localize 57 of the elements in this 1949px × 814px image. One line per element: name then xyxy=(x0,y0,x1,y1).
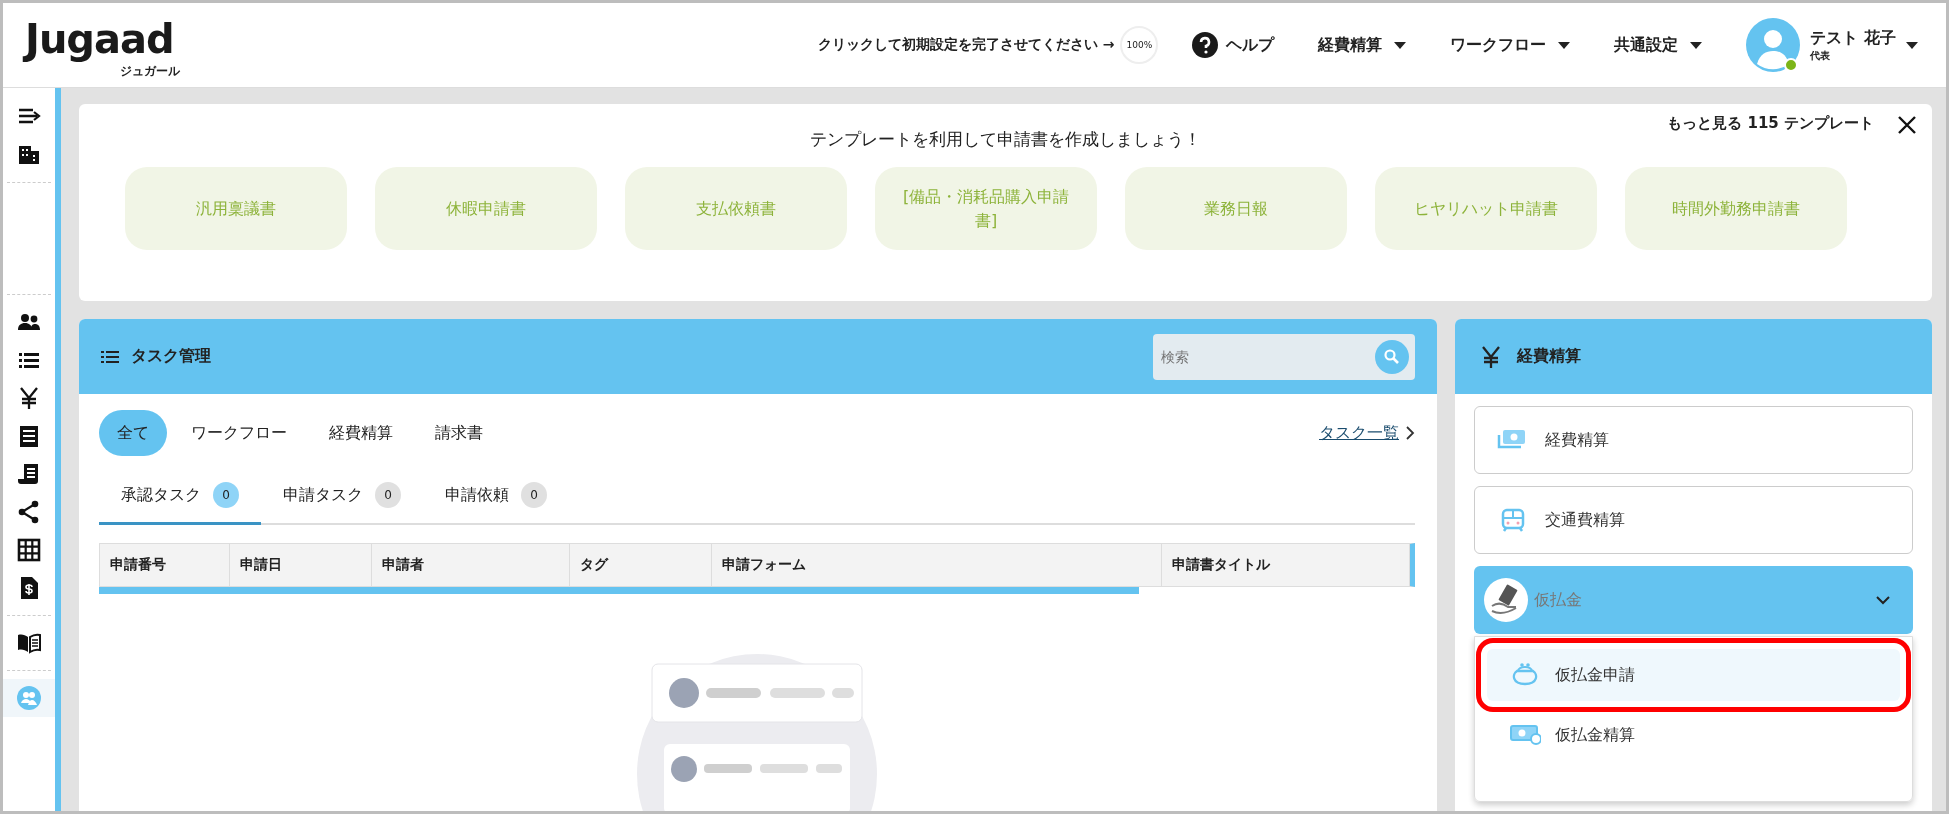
dropdown-label: 仮払金 xyxy=(1534,589,1583,611)
filter-tab[interactable]: 全て xyxy=(99,410,167,456)
column-header: 申請書タイトル xyxy=(1162,544,1410,586)
search-field[interactable]: 検索 xyxy=(1153,333,1415,380)
column-header: 申請フォーム xyxy=(712,544,1162,586)
filter-tab[interactable]: ワークフロー xyxy=(173,410,305,456)
count-badge: 0 xyxy=(213,482,239,508)
task-tab[interactable]: 申請依頼 0 xyxy=(423,474,569,525)
panel-title: タスク管理 xyxy=(131,346,212,367)
chevron-right-icon[interactable] xyxy=(1405,426,1415,440)
book-icon[interactable] xyxy=(17,631,41,655)
help-icon xyxy=(1192,32,1219,58)
cash-icon xyxy=(1509,722,1541,748)
nav-menu[interactable]: 共通設定 xyxy=(1614,34,1703,56)
close-icon[interactable] xyxy=(1896,114,1918,136)
horizontal-scrollbar[interactable] xyxy=(99,587,1139,594)
user-role: 代表 xyxy=(1810,48,1832,63)
help-link[interactable]: ヘルプ xyxy=(1226,34,1275,56)
document-icon[interactable] xyxy=(17,462,41,486)
column-header: タグ xyxy=(570,544,712,586)
count-badge: 0 xyxy=(521,482,547,508)
setup-prompt[interactable]: クリックして初期設定を完了させてください → xyxy=(817,36,1115,54)
caret-icon xyxy=(1690,41,1703,49)
filter-tab[interactable]: 経費精算 xyxy=(311,410,411,456)
advance-menu-option[interactable]: 仮払金精算 xyxy=(1487,709,1900,761)
nav-menu[interactable]: ワークフロー xyxy=(1450,34,1571,56)
share-icon[interactable] xyxy=(17,500,41,524)
expense-menu-item[interactable]: 交通費精算 xyxy=(1474,486,1913,554)
more-templates-link[interactable]: もっと見る 115 テンプレート xyxy=(1667,114,1874,133)
column-header: 申請日 xyxy=(230,544,372,586)
expense-menu-item[interactable]: 経費精算 xyxy=(1474,406,1913,474)
logo-wordmark: Jugaad xyxy=(19,13,180,65)
task-tab[interactable]: 承認タスク 0 xyxy=(99,474,261,525)
task-list-link[interactable]: タスク一覧 xyxy=(1319,422,1399,444)
nav-menu[interactable]: 経費精算 xyxy=(1318,34,1407,56)
caret-icon xyxy=(1558,41,1571,49)
template-prompt: テンプレートを利用して申請書を作成しましょう！ xyxy=(809,128,1202,151)
yen-icon xyxy=(1481,345,1501,368)
caret-icon xyxy=(1394,41,1407,49)
progress-badge: 100% xyxy=(1120,26,1159,64)
list-icon xyxy=(101,349,119,364)
receipt-icon[interactable] xyxy=(17,424,41,448)
panel-title: 経費精算 xyxy=(1517,346,1581,367)
filter-tab[interactable]: 請求書 xyxy=(417,410,501,456)
grid-icon[interactable] xyxy=(17,538,41,562)
user-name[interactable]: テスト 花子 xyxy=(1810,27,1896,49)
chevron-down-icon xyxy=(1875,595,1891,605)
task-tab[interactable]: 申請タスク 0 xyxy=(261,474,423,525)
user-avatar xyxy=(1746,18,1801,72)
column-header: 申請者 xyxy=(372,544,570,586)
yen-icon[interactable] xyxy=(17,386,41,410)
hand-money-icon xyxy=(1484,578,1528,622)
logo-subtitle: ジュガール xyxy=(119,65,180,77)
caret-icon[interactable] xyxy=(1906,41,1918,49)
building-icon[interactable] xyxy=(17,143,41,167)
count-badge: 0 xyxy=(375,482,401,508)
column-header: 申請番号 xyxy=(100,544,230,586)
